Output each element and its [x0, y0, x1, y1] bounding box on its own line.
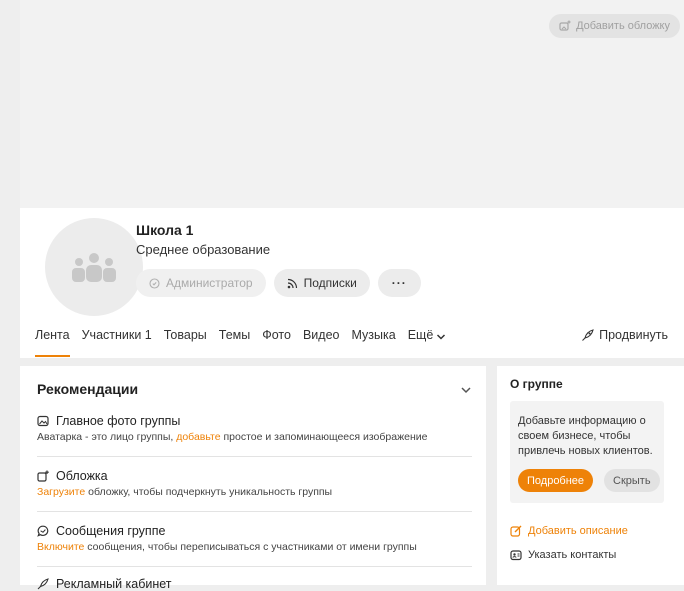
- tab-label: Товары: [163, 328, 207, 342]
- message-icon: [37, 525, 49, 537]
- desc-text: Аватарка - это лицо группы,: [37, 431, 177, 443]
- tab-photos[interactable]: Фото: [262, 328, 291, 358]
- tab-members[interactable]: Участники 1: [82, 328, 152, 358]
- about-title: О группе: [510, 377, 563, 391]
- image-icon: [37, 415, 49, 427]
- subscriptions-button[interactable]: Подписки: [273, 269, 370, 297]
- group-tabs: Лента Участники 1 Товары Темы Фото Видео…: [35, 328, 458, 358]
- divider: [37, 511, 472, 512]
- collapse-chevron-icon[interactable]: [460, 384, 472, 396]
- promote-link[interactable]: Продвинуть: [581, 328, 668, 342]
- group-profile: Школа 1 Среднее образование Администрато…: [20, 208, 684, 358]
- tab-label: Видео: [302, 328, 340, 342]
- rss-icon: [287, 278, 297, 288]
- recommendation-desc: Аватарка - это лицо группы, добавьте про…: [37, 431, 472, 443]
- more-info-button[interactable]: Подробнее: [518, 469, 594, 492]
- tab-more[interactable]: Ещё: [408, 328, 447, 358]
- group-category: Среднее образование: [136, 242, 271, 257]
- upload-cover-link[interactable]: Загрузите: [37, 486, 85, 498]
- recommendation-title: Главное фото группы: [56, 414, 181, 428]
- divider: [37, 566, 472, 567]
- desc-text: обложку, чтобы подчеркнуть уникальность …: [85, 486, 333, 498]
- group-actions: Администратор Подписки ···: [136, 269, 421, 297]
- group-name: Школа 1: [136, 222, 194, 238]
- recommendation-item-ads[interactable]: Рекламный кабинет: [37, 577, 472, 591]
- tab-label: Фото: [262, 328, 291, 342]
- recommendation-desc: Загрузите обложку, чтобы подчеркнуть уни…: [37, 486, 472, 498]
- group-people-icon: [72, 253, 116, 282]
- contact-card-icon: [510, 550, 522, 561]
- shield-icon: [149, 277, 160, 289]
- about-info-box: Добавьте информацию о своем бизнесе, что…: [510, 401, 664, 503]
- promote-label: Продвинуть: [599, 328, 668, 342]
- add-cover-label: Добавить обложку: [576, 20, 670, 32]
- edit-icon: [510, 525, 522, 537]
- tab-feed[interactable]: Лента: [35, 328, 70, 358]
- tab-video[interactable]: Видео: [303, 328, 340, 358]
- group-cover: Добавить обложку: [20, 0, 684, 208]
- divider: [37, 456, 472, 457]
- recommendation-desc: Включите сообщения, чтобы переписываться…: [37, 541, 472, 553]
- add-cover-button[interactable]: Добавить обложку: [549, 14, 680, 38]
- tab-label: Участники 1: [81, 328, 152, 342]
- recommendation-item-messages[interactable]: Сообщения группе Включите сообщения, что…: [37, 524, 472, 553]
- tab-topics[interactable]: Темы: [219, 328, 250, 358]
- tab-label: Ещё: [407, 328, 434, 342]
- recommendation-item-photo[interactable]: Главное фото группы Аватарка - это лицо …: [37, 414, 472, 443]
- tab-label: Музыка: [351, 328, 396, 342]
- image-add-icon: [559, 20, 571, 31]
- add-photo-link[interactable]: добавьте: [176, 431, 220, 443]
- admin-label: Администратор: [166, 276, 253, 290]
- chevron-down-icon: [437, 334, 446, 340]
- contacts-link[interactable]: Указать контакты: [510, 549, 616, 561]
- recommendations-panel: Рекомендации Главное фото группы Аватарк…: [20, 366, 486, 591]
- more-options-label: ···: [391, 276, 407, 290]
- subscriptions-label: Подписки: [303, 276, 357, 290]
- enable-messages-link[interactable]: Включите: [37, 541, 84, 553]
- rocket-icon: [37, 578, 49, 590]
- tab-label: Лента: [35, 328, 70, 342]
- image-add-icon: [37, 470, 49, 482]
- tab-products[interactable]: Товары: [164, 328, 207, 358]
- more-options-button[interactable]: ···: [377, 269, 421, 297]
- rocket-icon: [582, 328, 594, 341]
- recommendation-title: Рекламный кабинет: [56, 577, 172, 591]
- contacts-label: Указать контакты: [528, 549, 617, 561]
- about-info-text: Добавьте информацию о своем бизнесе, что…: [518, 415, 653, 457]
- hide-button[interactable]: Скрыть: [604, 469, 660, 492]
- desc-text: сообщения, чтобы переписываться с участн…: [84, 541, 417, 553]
- add-description-link[interactable]: Добавить описание: [510, 525, 628, 537]
- recommendation-title: Обложка: [56, 469, 108, 483]
- about-panel: О группе Добавьте информацию о своем биз…: [497, 366, 684, 585]
- desc-text: простое и запоминающееся изображение: [220, 431, 428, 443]
- add-description-label: Добавить описание: [528, 525, 628, 537]
- group-avatar[interactable]: [45, 218, 143, 316]
- tab-label: Темы: [218, 328, 251, 342]
- tab-music[interactable]: Музыка: [351, 328, 395, 358]
- recommendations-title: Рекомендации: [37, 381, 139, 397]
- recommendation-item-cover[interactable]: Обложка Загрузите обложку, чтобы подчерк…: [37, 469, 472, 498]
- admin-button[interactable]: Администратор: [136, 269, 266, 297]
- recommendation-title: Сообщения группе: [56, 524, 166, 538]
